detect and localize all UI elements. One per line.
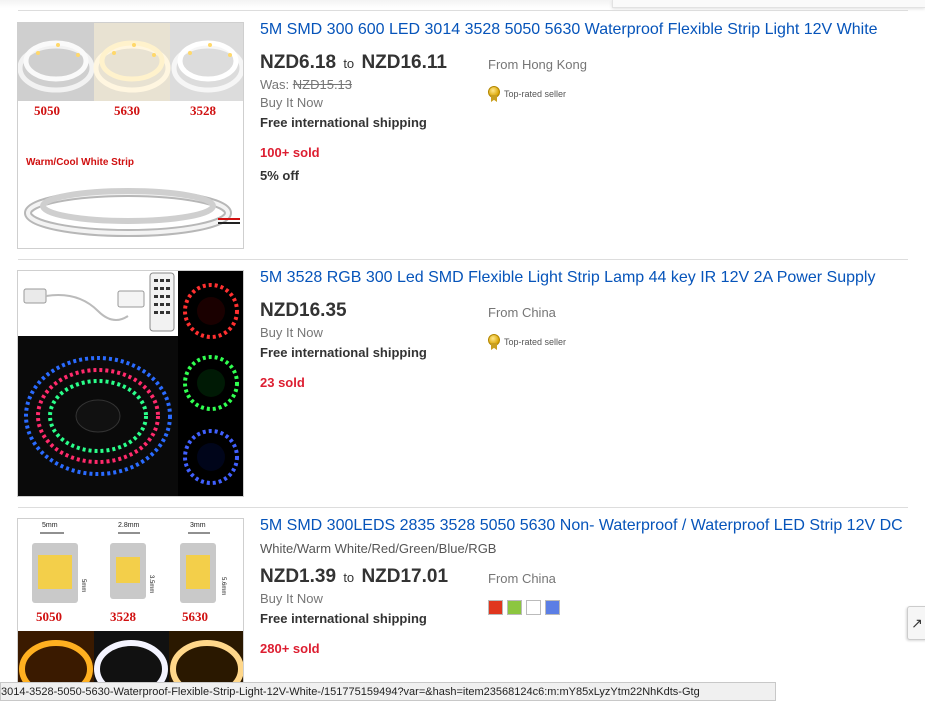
thumb-label-3: 3528 — [190, 103, 217, 118]
item-2-shipping: Free international shipping — [260, 345, 427, 360]
item-3-subtitle: White/Warm White/Red/Green/Blue/RGB — [260, 541, 497, 556]
divider — [18, 507, 908, 508]
item-2-origin: From China — [488, 305, 556, 320]
item-2-thumbnail[interactable] — [17, 270, 244, 497]
item-2-price: NZD16.35 — [260, 300, 347, 321]
status-bar-url: 3014-3528-5050-5630-Waterproof-Flexible-… — [0, 682, 776, 701]
thumb-label-1: 5050 — [34, 103, 60, 118]
item-3-shipping: Free international shipping — [260, 611, 427, 626]
item-1-top-rated-badge: Top-rated seller — [488, 86, 566, 102]
item-3-price-low: NZD1.39 — [260, 566, 337, 587]
item-2-format: Buy It Now — [260, 325, 323, 340]
item-3-color-swatches — [488, 600, 560, 615]
thumb-side-dim-1: 5mm — [80, 579, 86, 592]
rgb-strip-image — [18, 271, 243, 496]
top-rated-label: Top-rated seller — [504, 89, 567, 99]
item-2-sold-count: 23 sold — [260, 375, 305, 390]
item-1-format: Buy It Now — [260, 95, 323, 110]
item-3-sold-count: 280+ sold — [260, 641, 320, 656]
arrow-icon: ↗ — [911, 614, 923, 631]
thumb-dim-1: 5mm — [42, 522, 58, 529]
item-3-format: Buy It Now — [260, 591, 323, 606]
medal-icon — [488, 86, 500, 102]
overlay-edge — [612, 0, 925, 8]
item-3-price-to: to — [343, 570, 355, 585]
thumb-chip-label-3: 5630 — [182, 609, 208, 624]
item-1-price-high: NZD16.11 — [361, 52, 447, 73]
item-2-top-rated-badge: Top-rated seller — [488, 334, 566, 350]
divider — [18, 10, 908, 11]
divider — [18, 259, 908, 260]
thumb-label-2: 5630 — [114, 103, 140, 118]
color-swatch-green[interactable] — [507, 600, 522, 615]
item-1-origin: From Hong Kong — [488, 57, 587, 72]
thumb-chip-label-2: 3528 — [110, 609, 137, 624]
item-3-title[interactable]: 5M SMD 300LEDS 2835 3528 5050 5630 Non- … — [260, 517, 903, 535]
color-swatch-red[interactable] — [488, 600, 503, 615]
thumb-side-dim-2: 3.5mm — [148, 575, 154, 593]
was-value: NZD15.13 — [292, 77, 353, 92]
thumb-dim-2: 2.8mm — [118, 522, 140, 529]
item-3-price: NZD1.39 to NZD17.01 — [260, 566, 448, 588]
item-1-price-to: to — [343, 56, 355, 71]
item-1-was-price: Was: NZD15.13 — [260, 77, 352, 92]
item-1-thumbnail[interactable]: 5050 5630 3528 Warm/Cool White Strip — [17, 22, 244, 249]
item-1-title[interactable]: 5M SMD 300 600 LED 3014 3528 5050 5630 W… — [260, 21, 878, 39]
item-1-shipping: Free international shipping — [260, 115, 427, 130]
thumb-chip-label-1: 5050 — [36, 609, 62, 624]
item-2-title[interactable]: 5M 3528 RGB 300 Led SMD Flexible Light S… — [260, 269, 875, 287]
was-label: Was: — [260, 77, 290, 92]
thumb-dim-3: 3mm — [190, 522, 206, 529]
item-1-price-low: NZD6.18 — [260, 52, 337, 73]
led-strip-image: 5050 5630 3528 Warm/Cool White Strip — [18, 23, 243, 248]
medal-icon — [488, 334, 500, 350]
feedback-tab[interactable]: ↗ — [907, 606, 925, 640]
item-1-price: NZD6.18 to NZD16.11 — [260, 52, 447, 74]
thumb-band-text: Warm/Cool White Strip — [26, 157, 134, 168]
item-3-price-high: NZD17.01 — [361, 566, 449, 587]
thumb-side-dim-3: 5.6mm — [220, 577, 226, 595]
item-3-thumbnail[interactable]: 5mm 2.8mm 3mm 5mm 3.5mm 5.6mm 5050 3528 … — [17, 518, 244, 688]
item-1-sold-count: 100+ sold — [260, 145, 320, 160]
color-swatch-blue[interactable] — [545, 600, 560, 615]
item-1-discount: 5% off — [260, 168, 299, 183]
item-3-origin: From China — [488, 571, 556, 586]
top-rated-label: Top-rated seller — [504, 337, 567, 347]
smd-chip-image: 5mm 2.8mm 3mm 5mm 3.5mm 5.6mm 5050 3528 … — [18, 519, 243, 687]
color-swatch-white[interactable] — [526, 600, 541, 615]
